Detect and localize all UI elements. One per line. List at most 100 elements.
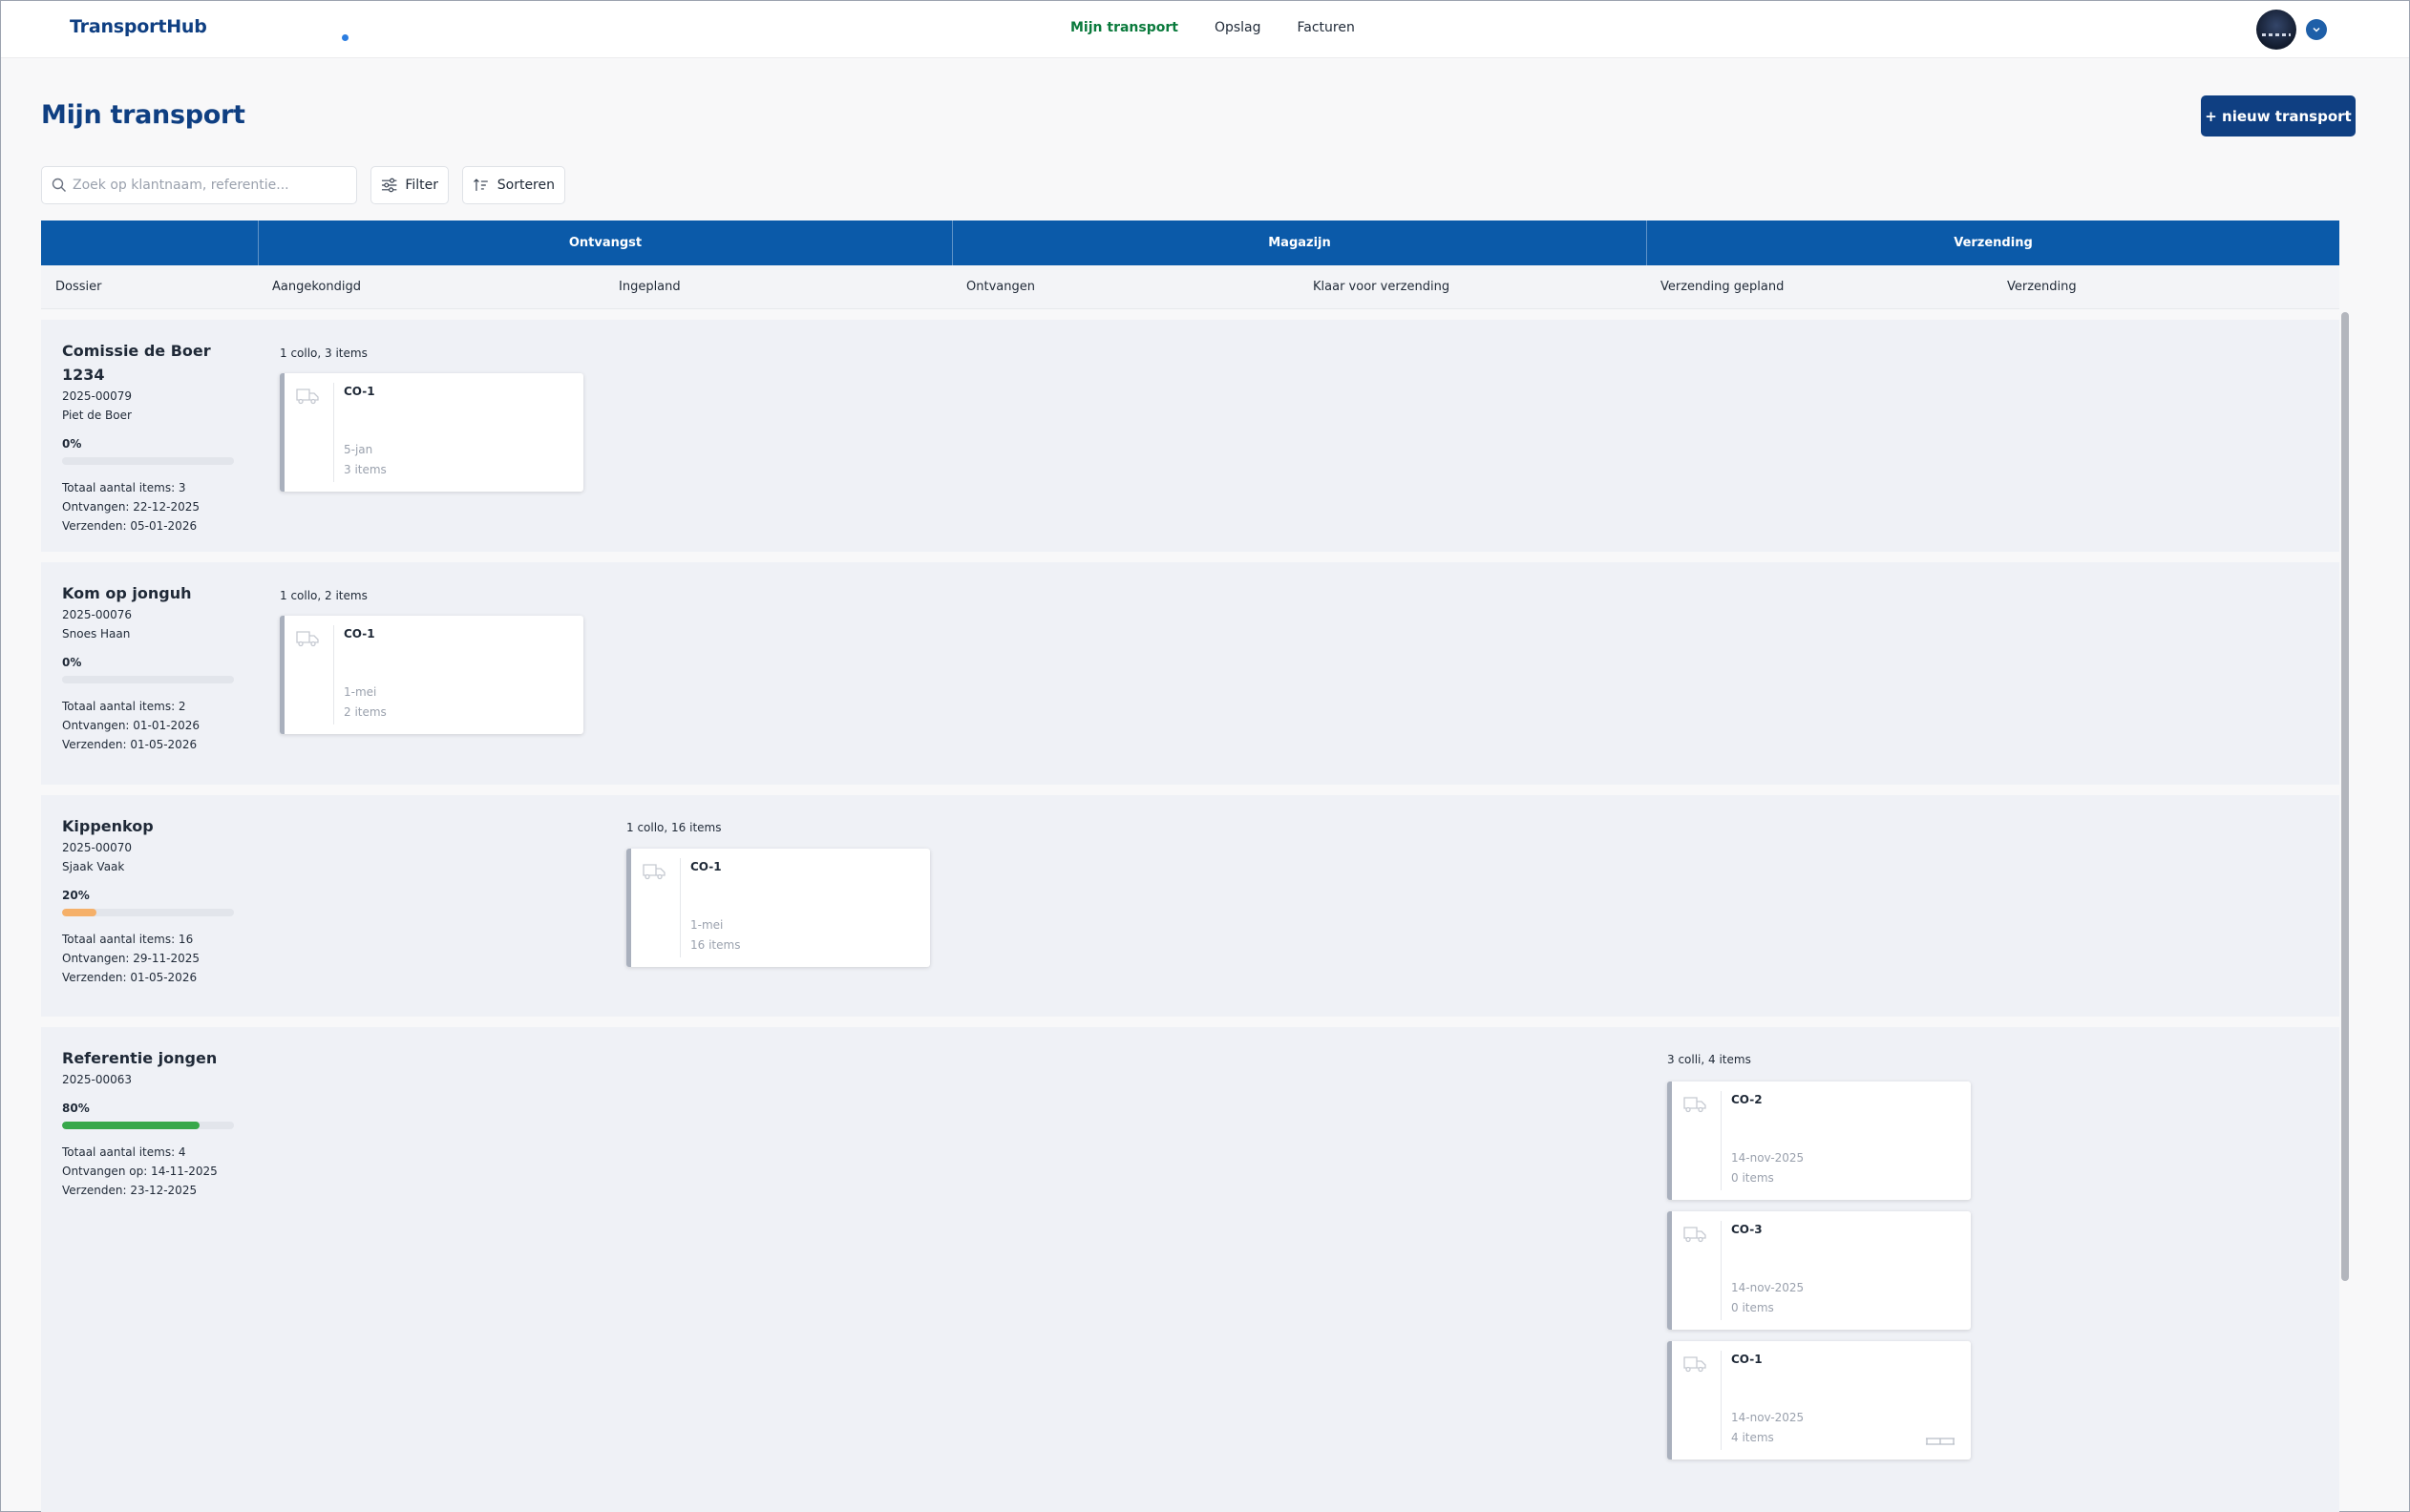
group-header-empty <box>41 220 258 265</box>
card-divider <box>333 625 334 724</box>
colli-summary: 1 collo, 16 items <box>626 821 722 834</box>
received-date: Ontvangen: 29-11-2025 <box>62 952 201 965</box>
table-group-header: Ontvangst Magazijn Verzending <box>41 220 2339 265</box>
dossier-customer: Snoes Haan <box>62 627 131 640</box>
progress-percent: 0% <box>62 437 82 451</box>
collo-title: CO-1 <box>1731 1353 1763 1366</box>
collo-items: 0 items <box>1731 1171 1774 1185</box>
truck-icon <box>296 631 319 647</box>
collo-card[interactable]: CO-1 5-jan 3 items <box>280 373 583 492</box>
dossier-number: 2025-00063 <box>62 1073 133 1086</box>
nav-opslag[interactable]: Opslag <box>1215 20 1261 35</box>
dossier-number: 2025-00070 <box>62 841 133 854</box>
user-menu-chevron-icon[interactable] <box>2306 19 2327 40</box>
progress-fill <box>62 1122 200 1129</box>
filter-icon <box>381 178 397 193</box>
sort-button[interactable]: Sorteren <box>462 166 565 204</box>
filter-button[interactable]: Filter <box>370 166 449 204</box>
dossier-number: 2025-00076 <box>62 608 133 621</box>
card-divider <box>333 383 334 482</box>
total-items: Totaal aantal items: 16 <box>62 933 194 946</box>
collo-date: 14-nov-2025 <box>1731 1281 1805 1294</box>
dossier-info: Kippenkop 2025-00070 Sjaak Vaak 20% Tota… <box>62 814 253 987</box>
collo-date: 14-nov-2025 <box>1731 1411 1805 1424</box>
progress-bar <box>62 676 234 683</box>
truck-icon <box>1683 1227 1706 1243</box>
total-items: Totaal aantal items: 2 <box>62 700 186 713</box>
received-date: Ontvangen op: 14-11-2025 <box>62 1165 218 1178</box>
collo-card[interactable]: CO-1 1-mei 16 items <box>626 849 930 967</box>
search-input[interactable] <box>73 167 349 203</box>
table-row[interactable]: Comissie de Boer 1234 2025-00079 Piet de… <box>41 320 2339 552</box>
group-header-verzending: Verzending <box>1646 220 2339 265</box>
group-header-magazijn: Magazijn <box>952 220 1646 265</box>
progress-percent: 0% <box>62 656 82 669</box>
total-items: Totaal aantal items: 3 <box>62 481 186 494</box>
collo-title: CO-1 <box>344 627 375 640</box>
progress-percent: 80% <box>62 1102 90 1115</box>
collo-title: CO-2 <box>1731 1093 1763 1106</box>
vertical-scrollbar[interactable] <box>2341 312 2349 1281</box>
collo-card[interactable]: CO-3 14-nov-2025 0 items <box>1667 1211 1971 1330</box>
collo-title: CO-1 <box>690 860 722 873</box>
truck-icon <box>643 864 666 880</box>
truck-icon <box>1683 1097 1706 1113</box>
colli-summary: 1 collo, 3 items <box>280 346 368 360</box>
pallet-icon <box>1926 1438 1955 1445</box>
collo-title: CO-1 <box>344 385 375 398</box>
column-verzending: Verzending <box>2007 280 2077 294</box>
search-icon <box>52 178 66 192</box>
dossier-name[interactable]: Comissie de Boer 1234 <box>62 339 253 387</box>
dossier-info: Referentie jongen 2025-00063 80% Totaal … <box>62 1046 253 1200</box>
collo-card[interactable]: CO-1 1-mei 2 items <box>280 616 583 734</box>
new-transport-button[interactable]: + nieuw transport <box>2201 95 2356 136</box>
progress-bar <box>62 909 234 916</box>
collo-items: 0 items <box>1731 1301 1774 1314</box>
sort-icon <box>474 178 488 191</box>
progress-bar <box>62 1122 234 1129</box>
progress-fill <box>62 909 96 916</box>
colli-summary: 3 colli, 4 items <box>1667 1053 1751 1066</box>
truck-icon <box>296 388 319 405</box>
dossier-name[interactable]: Kippenkop <box>62 814 253 838</box>
received-date: Ontvangen: 22-12-2025 <box>62 500 201 514</box>
nav-facturen[interactable]: Facturen <box>1298 20 1355 35</box>
progress-percent: 20% <box>62 889 90 902</box>
ship-date: Verzenden: 23-12-2025 <box>62 1184 198 1197</box>
column-ingepland: Ingepland <box>619 280 681 294</box>
top-navbar: TransportHub Mijn transport Opslag Factu… <box>1 1 2409 58</box>
ship-date: Verzenden: 05-01-2026 <box>62 519 198 533</box>
colli-summary: 1 collo, 2 items <box>280 589 368 602</box>
dossier-name[interactable]: Referentie jongen <box>62 1046 253 1070</box>
main-nav: Mijn transport Opslag Facturen <box>1070 20 1355 35</box>
collo-items: 3 items <box>344 463 387 476</box>
collo-card[interactable]: CO-2 14-nov-2025 0 items <box>1667 1082 1971 1200</box>
filter-label: Filter <box>405 178 438 193</box>
received-date: Ontvangen: 01-01-2026 <box>62 719 201 732</box>
app-logo[interactable]: TransportHub <box>70 16 207 37</box>
table-row[interactable]: Referentie jongen 2025-00063 80% Totaal … <box>41 1027 2339 1512</box>
dossier-name[interactable]: Kom op jonguh <box>62 581 253 605</box>
search-box[interactable] <box>41 166 357 204</box>
truck-icon <box>1683 1356 1706 1373</box>
dossier-customer: Sjaak Vaak <box>62 860 125 873</box>
total-items: Totaal aantal items: 4 <box>62 1145 186 1159</box>
card-divider <box>680 858 681 957</box>
card-divider <box>1721 1351 1722 1450</box>
dossier-customer: Piet de Boer <box>62 409 132 422</box>
column-dossier: Dossier <box>55 280 102 294</box>
sort-label: Sorteren <box>497 178 555 193</box>
table-row[interactable]: Kom op jonguh 2025-00076 Snoes Haan 0% T… <box>41 562 2339 785</box>
collo-date: 1-mei <box>690 918 724 932</box>
user-avatar[interactable] <box>2256 10 2296 50</box>
dossier-info: Kom op jonguh 2025-00076 Snoes Haan 0% T… <box>62 581 253 754</box>
collo-date: 14-nov-2025 <box>1731 1151 1805 1165</box>
table-row[interactable]: Kippenkop 2025-00070 Sjaak Vaak 20% Tota… <box>41 795 2339 1017</box>
card-divider <box>1721 1221 1722 1320</box>
nav-mijn-transport[interactable]: Mijn transport <box>1070 20 1178 35</box>
dossier-info: Comissie de Boer 1234 2025-00079 Piet de… <box>62 339 253 536</box>
column-aangekondigd: Aangekondigd <box>272 280 361 294</box>
ship-date: Verzenden: 01-05-2026 <box>62 971 198 984</box>
collo-card[interactable]: CO-1 14-nov-2025 4 items <box>1667 1341 1971 1460</box>
column-ontvangen: Ontvangen <box>966 280 1035 294</box>
